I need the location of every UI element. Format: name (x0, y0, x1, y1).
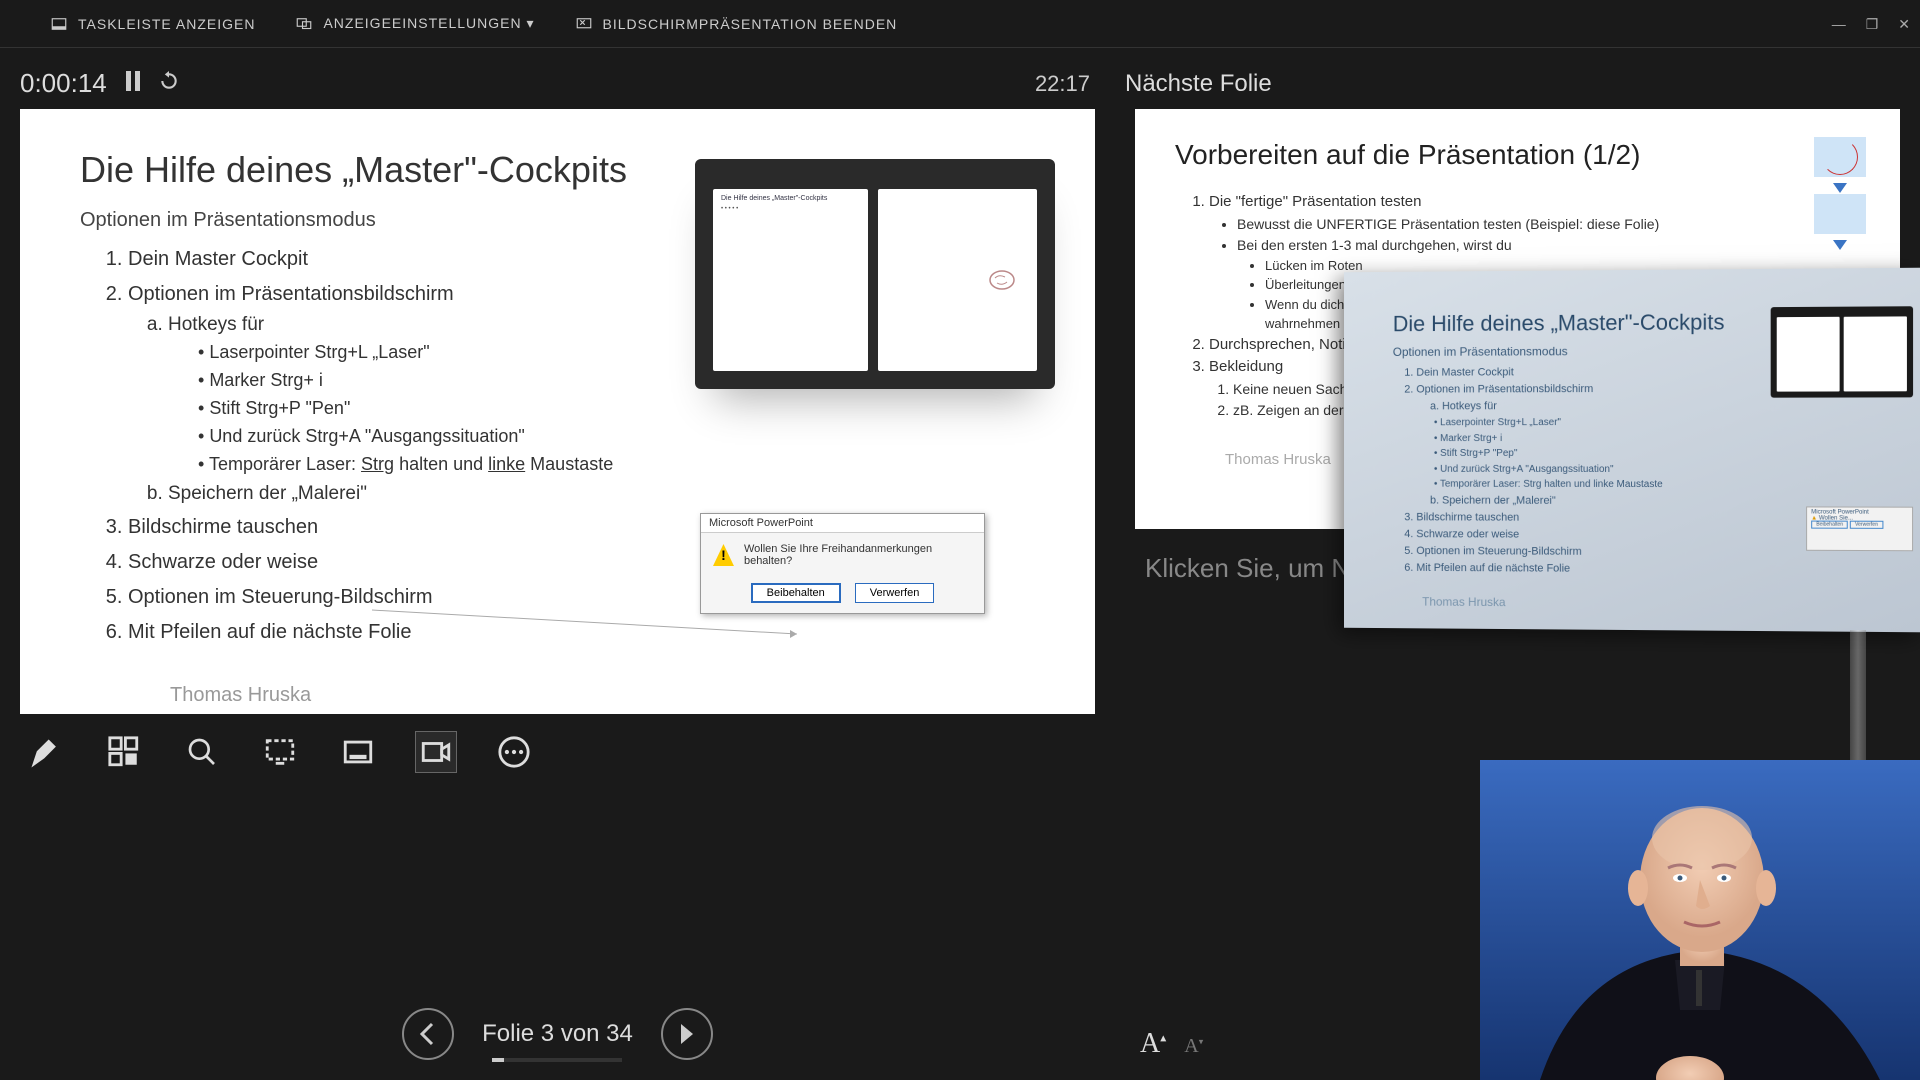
keep-button[interactable]: Beibehalten (751, 583, 841, 603)
clock-time: 22:17 (1035, 71, 1115, 97)
slide-embedded-screenshot: Die Hilfe deines „Master"-Cockpits • • •… (695, 159, 1055, 389)
brain-icon (987, 268, 1017, 292)
grid-icon (107, 735, 141, 769)
monitor-dashed-icon (263, 735, 297, 769)
window-controls: — ❐ ✕ (1832, 0, 1910, 48)
slide-navigation: Folie 3 von 34 (0, 1008, 1115, 1060)
end-slideshow-label: BILDSCHIRMPRÄSENTATION BEENDEN (603, 16, 898, 32)
more-tool[interactable] (494, 732, 534, 772)
show-taskbar-button[interactable]: TASKLEISTE ANZEIGEN (50, 15, 255, 33)
play-right-icon (677, 1022, 697, 1046)
font-size-controls: A▴ A▾ (1140, 1028, 1203, 1060)
show-taskbar-label: TASKLEISTE ANZEIGEN (78, 16, 255, 32)
presenter-toolstrip (20, 714, 1095, 790)
dialog-title: Microsoft PowerPoint (701, 514, 984, 533)
next-slide-shapes (1814, 137, 1866, 251)
webcam-preview[interactable] (1480, 760, 1920, 1080)
overlay-photo-slide: Die Hilfe deines „Master"-Cockpits Optio… (1344, 268, 1920, 633)
current-slide[interactable]: Die Hilfe deines „Master"-Cockpits Optio… (20, 109, 1095, 714)
ink-annotations-dialog: Microsoft PowerPoint ! Wollen Sie Ihre F… (700, 513, 985, 614)
display-settings-button[interactable]: ANZEIGEEINSTELLUNGEN ▾ (295, 15, 534, 33)
subtitle-icon (341, 735, 375, 769)
prev-slide-button[interactable] (402, 1008, 454, 1060)
camera-icon (419, 735, 453, 769)
outline-subitem: Speichern der „Malerei" (168, 479, 1035, 508)
pause-icon (125, 71, 141, 91)
end-slideshow-button[interactable]: BILDSCHIRMPRÄSENTATION BEENDEN (575, 15, 898, 33)
magnifier-icon (186, 736, 218, 768)
display-settings-icon (295, 15, 313, 33)
timer-row: 0:00:14 22:17 Nächste Folie (0, 48, 1920, 109)
outline-item: Mit Pfeilen auf die nächste Folie (128, 617, 1035, 648)
black-screen-tool[interactable] (260, 732, 300, 772)
discard-button[interactable]: Verwerfen (855, 583, 935, 603)
top-toolbar: TASKLEISTE ANZEIGEN ANZEIGEEINSTELLUNGEN… (0, 0, 1920, 48)
subtitle-tool[interactable] (338, 732, 378, 772)
see-all-slides-tool[interactable] (104, 732, 144, 772)
zoom-tool[interactable] (182, 732, 222, 772)
slide-author: Thomas Hruska (170, 684, 1035, 707)
next-slide-label: Nächste Folie (1115, 70, 1272, 98)
camera-tool[interactable] (416, 732, 456, 772)
chevron-left-icon (418, 1022, 438, 1046)
slide-counter: Folie 3 von 34 (482, 1020, 633, 1048)
display-settings-label: ANZEIGEEINSTELLUNGEN ▾ (323, 15, 534, 32)
hotkey-item: Stift Strg+P "Pen" (198, 395, 1035, 423)
hotkey-item: Und zurück Strg+A "Ausgangssituation" (198, 423, 1035, 451)
end-slideshow-icon (575, 15, 593, 33)
next-slide-title: Vorbereiten auf die Präsentation (1/2) (1175, 139, 1860, 171)
restore-button[interactable]: ❐ (1866, 16, 1879, 33)
elapsed-time: 0:00:14 (20, 68, 107, 99)
taskbar-icon (50, 15, 68, 33)
restart-icon (159, 71, 179, 91)
more-icon (497, 735, 531, 769)
increase-font-button[interactable]: A▴ (1140, 1028, 1166, 1060)
pen-icon (30, 736, 62, 768)
decrease-font-button[interactable]: A▾ (1184, 1035, 1203, 1058)
minimize-button[interactable]: — (1832, 16, 1846, 32)
next-slide-button[interactable] (661, 1008, 713, 1060)
warning-icon: ! (713, 544, 734, 566)
close-button[interactable]: ✕ (1898, 16, 1910, 33)
hotkey-item: Temporärer Laser: Strg halten und linke … (198, 451, 1035, 479)
progress-bar (492, 1058, 622, 1062)
dialog-message: Wollen Sie Ihre Freihandanmerkungen beha… (744, 543, 972, 567)
presenter-video (1480, 760, 1920, 1080)
pen-tool[interactable] (26, 732, 66, 772)
decorative-pillar (1850, 630, 1866, 760)
pause-button[interactable] (125, 71, 141, 96)
restart-timer-button[interactable] (159, 71, 179, 96)
